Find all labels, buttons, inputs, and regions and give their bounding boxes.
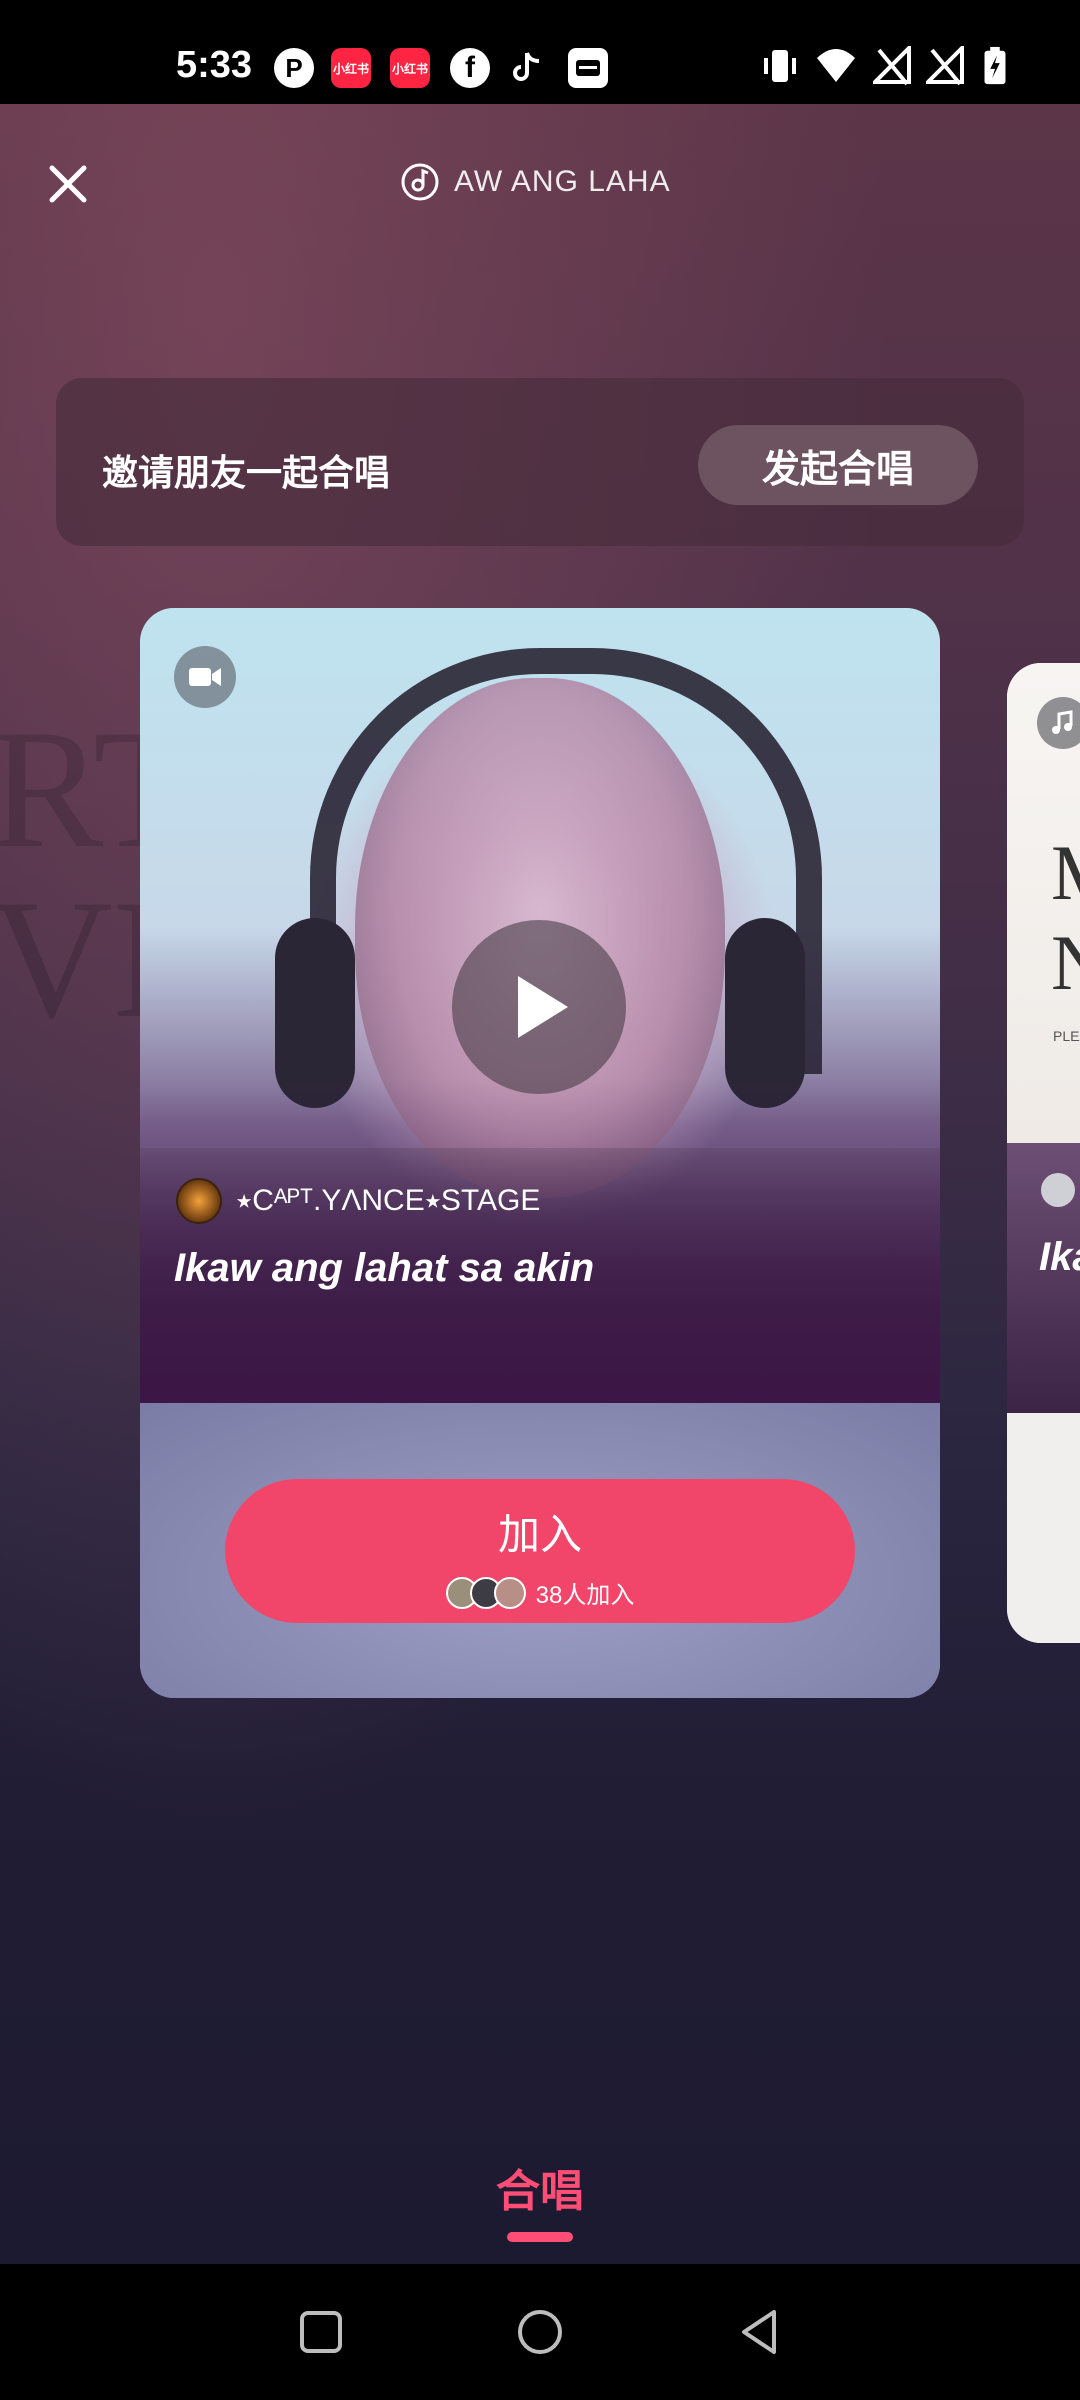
music-disc-icon bbox=[401, 163, 439, 201]
creator-name: ⭑Cᴬᴾᵀ.YΛNCE⭑STAGE bbox=[236, 1184, 541, 1217]
duet-card[interactable]: ⭑Cᴬᴾᵀ.YΛNCE⭑STAGE Ikaw ang lahat sa akin… bbox=[140, 608, 940, 1698]
creator-avatar[interactable] bbox=[176, 1178, 222, 1224]
tab-duet-label: 合唱 bbox=[496, 2167, 584, 2216]
next-card-small-text: PLEA bbox=[1053, 1028, 1080, 1044]
invite-panel: 邀请朋友一起合唱 发起合唱 bbox=[56, 378, 1024, 546]
p-icon: P bbox=[274, 48, 314, 88]
song-title-text: AW ANG LAHA bbox=[454, 165, 671, 198]
song-title: AW ANG LAHA bbox=[400, 162, 671, 202]
tab-indicator bbox=[507, 2232, 573, 2242]
invite-text: 邀请朋友一起合唱 bbox=[102, 452, 391, 493]
next-duet-card[interactable]: M N PLEA Ika bbox=[1007, 663, 1080, 1643]
no-signal-icon bbox=[873, 46, 911, 86]
joined-count: 38人加入 bbox=[535, 1582, 635, 1609]
navigation-bar bbox=[0, 2264, 1080, 2400]
joined-avatar bbox=[493, 1576, 526, 1609]
vibrate-icon bbox=[764, 50, 796, 82]
next-card-footer bbox=[1007, 1413, 1080, 1643]
play-button[interactable] bbox=[452, 920, 626, 1094]
tab-duet[interactable]: 合唱 bbox=[0, 2155, 1080, 2242]
joined-info: 38人加入 bbox=[225, 1575, 855, 1610]
recent-apps-button[interactable] bbox=[293, 2304, 349, 2360]
join-button[interactable]: 加入 38人加入 bbox=[225, 1479, 855, 1623]
status-time: 5:33 bbox=[176, 44, 253, 86]
video-preview[interactable]: ⭑Cᴬᴾᵀ.YΛNCE⭑STAGE Ikaw ang lahat sa akin bbox=[140, 608, 940, 1403]
start-duet-button[interactable]: 发起合唱 bbox=[698, 425, 978, 505]
close-icon[interactable] bbox=[44, 160, 92, 208]
joined-avatars bbox=[445, 1576, 526, 1609]
card-footer: 加入 38人加入 bbox=[140, 1403, 940, 1698]
creator-info[interactable]: ⭑Cᴬᴾᵀ.YΛNCE⭑STAGE bbox=[176, 1178, 540, 1224]
battery-charging-icon bbox=[984, 46, 1006, 85]
music-note-icon bbox=[1037, 697, 1080, 749]
wallet-icon bbox=[568, 48, 608, 88]
facebook-icon: f bbox=[450, 48, 490, 88]
status-bar: 5:33 P 小红书 小红书 f bbox=[0, 0, 1080, 104]
home-button[interactable] bbox=[512, 2304, 568, 2360]
wifi-icon bbox=[817, 49, 855, 82]
tiktok-icon bbox=[508, 48, 548, 88]
next-card-avatar bbox=[1041, 1173, 1075, 1207]
video-shade bbox=[140, 1078, 940, 1403]
next-card-lyric: Ika bbox=[1039, 1235, 1080, 1279]
lyric-text: Ikaw ang lahat sa akin bbox=[174, 1246, 595, 1290]
play-icon bbox=[518, 976, 568, 1038]
back-button[interactable] bbox=[732, 2304, 788, 2360]
join-label: 加入 bbox=[497, 1511, 582, 1558]
xiaohongshu-icon: 小红书 bbox=[390, 48, 430, 88]
next-card-cover-text: M N bbox=[1051, 829, 1080, 1006]
video-camera-icon bbox=[174, 646, 236, 708]
xiaohongshu-icon: 小红书 bbox=[331, 48, 371, 88]
no-signal-icon bbox=[926, 46, 964, 86]
